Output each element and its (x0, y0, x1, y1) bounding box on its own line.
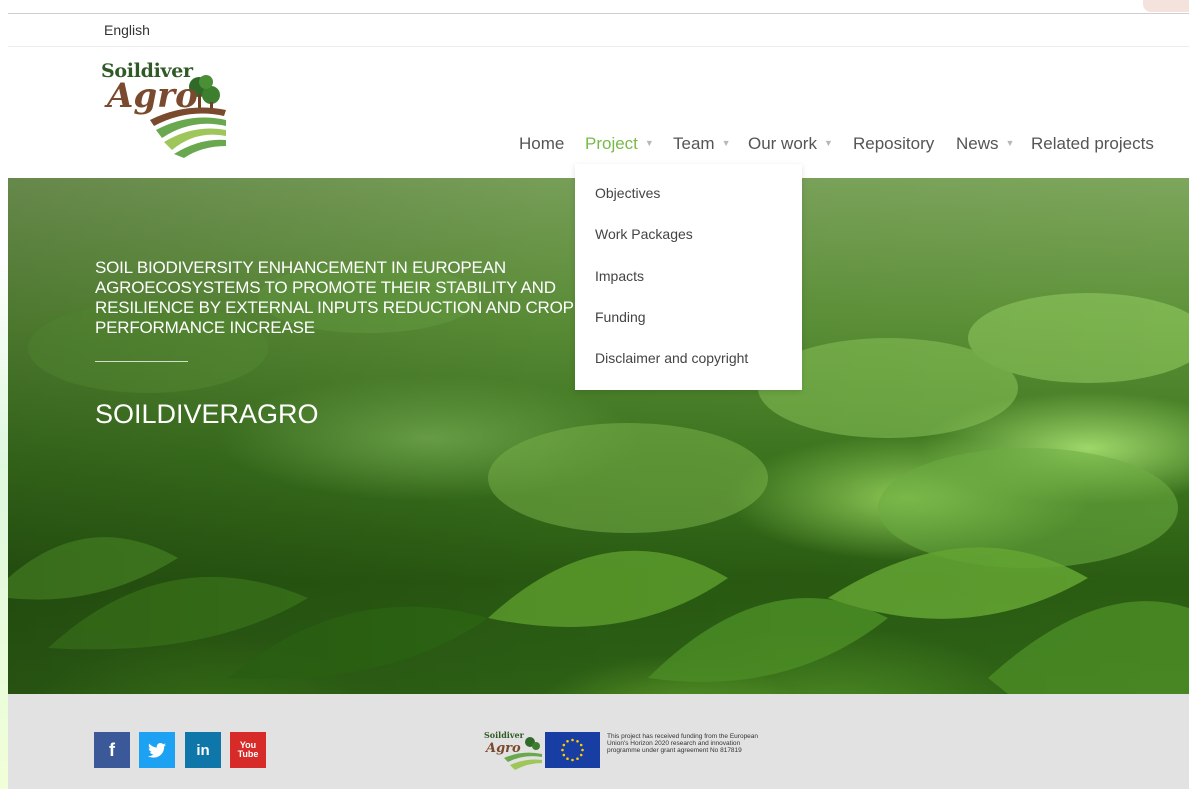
facebook-icon[interactable]: f (94, 732, 130, 768)
dropdown-item-disclaimer[interactable]: Disclaimer and copyright (595, 350, 748, 366)
youtube-icon[interactable]: You Tube (230, 732, 266, 768)
corner-tab (1143, 0, 1189, 12)
nav-item-project[interactable]: Project ▼ (585, 134, 654, 154)
logo-text-agro: Agro (107, 76, 198, 116)
dropdown-item-funding[interactable]: Funding (595, 309, 646, 325)
nav-item-home[interactable]: Home (519, 134, 564, 154)
nav-item-repository[interactable]: Repository (853, 134, 934, 154)
language-bar: English (8, 14, 1189, 47)
nav-item-our-work[interactable]: Our work ▼ (748, 134, 833, 154)
caret-down-icon: ▼ (1005, 138, 1015, 148)
caret-down-icon: ▼ (721, 138, 731, 148)
dropdown-item-work-packages[interactable]: Work Packages (595, 226, 693, 242)
dropdown-item-impacts[interactable]: Impacts (595, 268, 644, 284)
eu-flag-icon (545, 732, 600, 768)
nav-item-team[interactable]: Team ▼ (673, 134, 731, 154)
youtube-label-bottom: Tube (237, 749, 259, 759)
footer-soildiveragro-logo: Soildiver Agro (482, 730, 544, 770)
left-edge-glow (0, 250, 8, 789)
hero-subtitle: SOIL BIODIVERSITY ENHANCEMENT IN EUROPEA… (95, 258, 574, 337)
caret-down-icon: ▼ (644, 138, 654, 148)
caret-down-icon: ▼ (823, 138, 833, 148)
hero-divider (95, 361, 188, 362)
nav-item-news[interactable]: News ▼ (956, 134, 1014, 154)
funding-notice: This project has received funding from t… (607, 733, 759, 754)
site-footer: f in You Tube Soildiver Agro This projec… (8, 694, 1189, 789)
nav-item-related-projects[interactable]: Related projects (1031, 134, 1154, 154)
logo-fields-icon: Soildiver Agro (484, 730, 542, 770)
dropdown-item-objectives[interactable]: Objectives (595, 185, 660, 201)
language-link[interactable]: English (104, 22, 150, 38)
linkedin-icon[interactable]: in (185, 732, 221, 768)
twitter-icon[interactable] (139, 732, 175, 768)
main-navigation: Home Project ▼ Team ▼ Our work ▼ Repository… (0, 134, 1189, 158)
footer-logo-text-agro: Agro (484, 741, 521, 756)
hero-title: SOILDIVERAGRO (95, 399, 319, 429)
footer-logo-text-soildiver: Soildiver (484, 730, 525, 740)
eu-stars-icon (561, 738, 584, 762)
twitter-bird-icon (148, 742, 166, 758)
project-dropdown-menu: Objectives Work Packages Impacts Funding… (575, 164, 802, 390)
